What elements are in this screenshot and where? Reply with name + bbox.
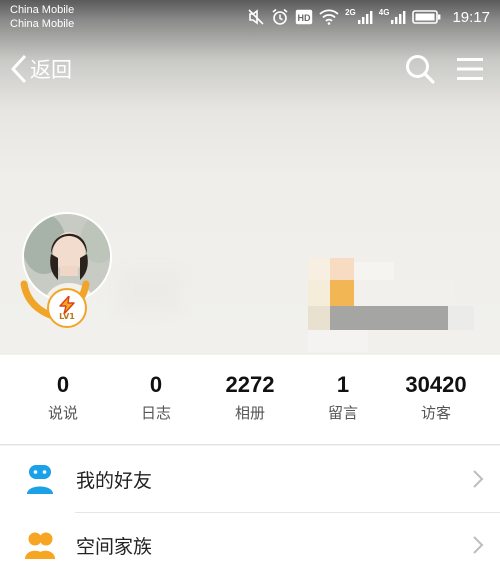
stat-shuoshuo[interactable]: 0 说说 <box>23 372 103 422</box>
signal-label: 4G <box>378 7 390 17</box>
alarm-icon <box>272 8 288 25</box>
search-icon[interactable] <box>404 53 436 85</box>
battery-icon <box>412 10 441 24</box>
carrier-info: China Mobile China Mobile <box>10 3 74 31</box>
stat-value: 0 <box>56 372 70 397</box>
menu-icon[interactable] <box>455 54 485 84</box>
mute-icon <box>248 9 264 25</box>
stat-value: 30420 <box>405 372 467 397</box>
qzone-profile-screen: China Mobile China Mobile HD 2G 4G 19:17… <box>0 0 500 569</box>
chevron-right-icon <box>473 536 484 554</box>
menu-item-family[interactable]: 空间家族 <box>0 512 500 569</box>
clock-time: 19:17 <box>452 8 490 26</box>
friends-icon <box>27 465 53 494</box>
signal-icon <box>391 11 406 24</box>
level-badge-text: LV1 <box>59 311 75 321</box>
stats-bar: 0 说说 0 日志 2272 相册 1 留言 30420 访客 <box>0 355 500 445</box>
hd-icon: HD <box>295 9 313 25</box>
cover-blur <box>120 270 180 310</box>
level-badge[interactable]: LV1 <box>47 288 87 328</box>
stat-label: 说说 <box>47 404 78 422</box>
signal-icon <box>357 11 373 24</box>
carrier-name: China Mobile <box>10 18 75 30</box>
signal-label: 2G <box>345 7 356 17</box>
stat-label: 访客 <box>420 404 451 422</box>
menu-item-label: 我的好友 <box>76 469 153 492</box>
stat-value: 0 <box>149 372 163 397</box>
stat-value: 1 <box>336 372 350 397</box>
stat-messages[interactable]: 1 留言 <box>303 372 383 422</box>
status-icons: HD 2G 4G 19:17 <box>247 7 490 27</box>
menu-list: 我的好友 空间家族 <box>0 446 500 569</box>
wifi-icon <box>319 9 339 25</box>
back-button[interactable]: 返回 <box>10 52 72 86</box>
back-chevron-icon <box>11 54 27 84</box>
stat-value: 2272 <box>225 372 275 397</box>
stat-album[interactable]: 2272 相册 <box>210 372 290 422</box>
menu-item-label: 空间家族 <box>76 535 153 558</box>
stat-label: 相册 <box>234 404 265 422</box>
top-nav-bar: 返回 <box>0 44 500 94</box>
status-bar: China Mobile China Mobile HD 2G 4G 19:17 <box>0 0 500 34</box>
family-icon <box>25 532 55 559</box>
back-label: 返回 <box>30 58 72 82</box>
stat-visitors[interactable]: 30420 访客 <box>396 372 476 422</box>
menu-item-friends[interactable]: 我的好友 <box>0 446 500 512</box>
stat-blog[interactable]: 0 日志 <box>116 372 196 422</box>
hd-label: HD <box>298 13 311 23</box>
carrier-name: China Mobile <box>10 4 75 16</box>
stat-label: 留言 <box>327 404 358 422</box>
stat-label: 日志 <box>140 404 171 422</box>
chevron-right-icon <box>473 470 484 488</box>
